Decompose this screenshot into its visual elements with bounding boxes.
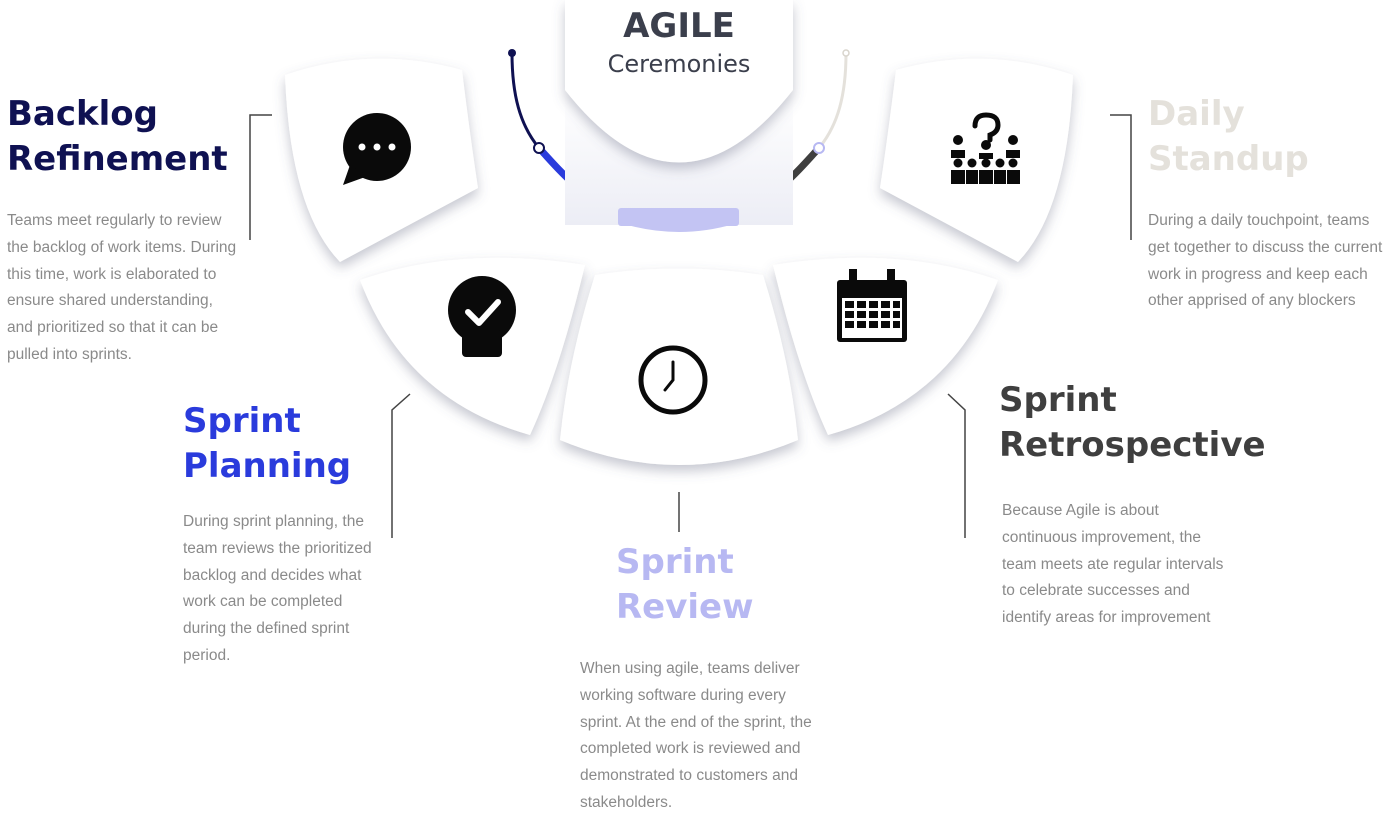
ring-segment-navy (510, 51, 541, 150)
heading-line: Sprint (183, 401, 301, 441)
heading-line: Backlog (7, 94, 158, 134)
ring-node (533, 142, 545, 154)
ceremony-description: During a daily touchpoint, teams get tog… (1148, 212, 1383, 310)
ceremony-heading: Sprint Planning (183, 399, 383, 489)
heading-line: Review (616, 587, 754, 627)
connector-retrospective (947, 393, 966, 538)
ceremony-sprint-review: Sprint Review When using agile, teams de… (580, 540, 830, 817)
connector-planning (391, 393, 411, 538)
tile-daily-standup (880, 58, 1073, 262)
heading-line: Sprint (999, 380, 1117, 420)
ring-segment-beige (817, 51, 848, 150)
ceremony-description: During sprint planning, the team reviews… (183, 513, 372, 664)
ceremony-heading: Daily Standup (1148, 92, 1393, 182)
diagram-title: AGILE (623, 6, 735, 46)
ceremony-description: When using agile, teams deliver working … (580, 660, 812, 811)
ceremony-heading: Backlog Refinement (7, 92, 247, 182)
heading-line: Sprint (616, 542, 734, 582)
ring-node (508, 49, 516, 57)
ceremony-sprint-planning: Sprint Planning During sprint planning, … (183, 399, 383, 670)
connector-standup (1110, 114, 1132, 240)
heading-line: Daily (1148, 94, 1245, 134)
ceremony-backlog-refinement: Backlog Refinement Teams meet regularly … (7, 92, 247, 369)
heading-line: Standup (1148, 139, 1309, 179)
ring-node (813, 142, 825, 154)
diagram-subtitle: Ceremonies (607, 50, 751, 78)
ceremony-description: Teams meet regularly to review the backl… (7, 212, 237, 363)
ring-node (842, 49, 850, 57)
ceremony-daily-standup: Daily Standup During a daily touchpoint,… (1148, 92, 1393, 315)
ceremony-sprint-retrospective: Sprint Retrospective Because Agile is ab… (999, 378, 1299, 632)
heading-line: Retrospective (999, 425, 1266, 465)
heading-line: Planning (183, 446, 352, 486)
clock-icon (638, 345, 708, 415)
ceremony-heading: Sprint Review (580, 540, 830, 630)
connector-backlog (249, 114, 272, 240)
ceremony-heading: Sprint Retrospective (999, 378, 1299, 468)
heading-line: Refinement (7, 139, 228, 179)
ceremony-description: Because Agile is about continuous improv… (1002, 502, 1224, 627)
